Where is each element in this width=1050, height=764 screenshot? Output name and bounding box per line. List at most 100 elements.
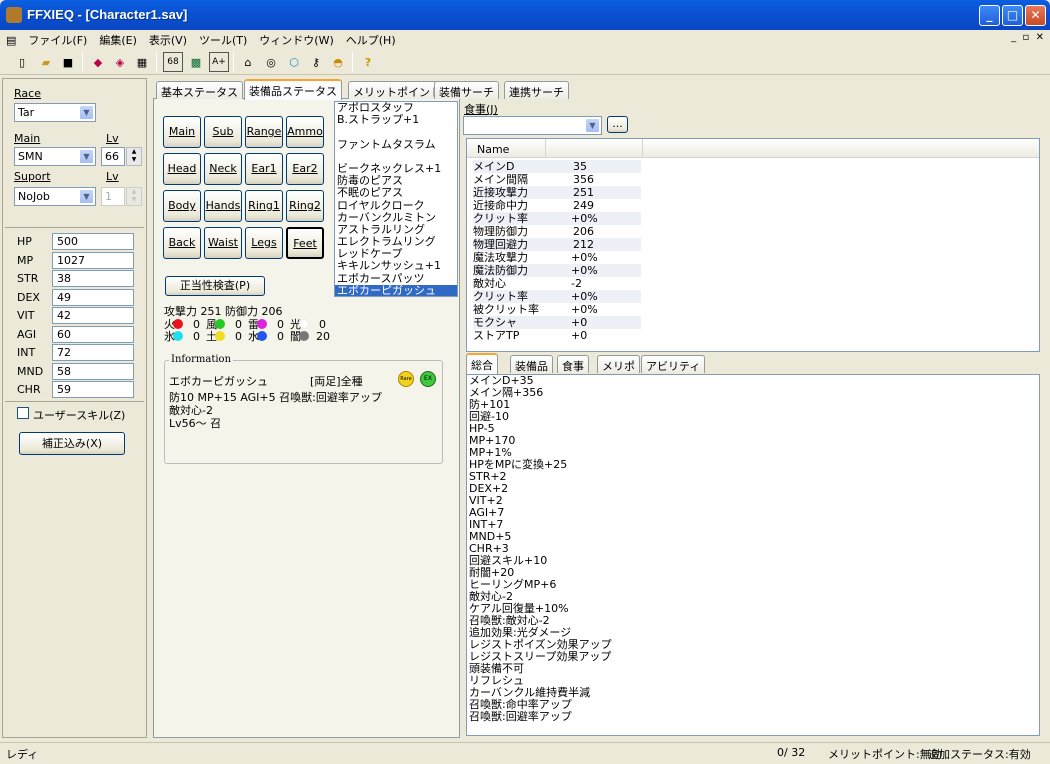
menu-tools[interactable]: ツール(T): [193, 30, 253, 49]
stat-value-dex[interactable]: 49: [52, 288, 134, 306]
mdi-minimize-icon[interactable]: _: [1011, 32, 1016, 43]
summary-line: MP+170: [469, 434, 516, 447]
gem-icon[interactable]: ⬡: [284, 52, 304, 72]
app-icon[interactable]: [6, 7, 22, 23]
food-select[interactable]: ▼: [463, 116, 602, 135]
slot-back-button[interactable]: Back: [163, 227, 201, 259]
chevron-down-icon[interactable]: ▼: [79, 105, 94, 120]
stat-value: -2: [571, 277, 582, 290]
list-item[interactable]: ファントムタスラム: [335, 138, 457, 151]
stat-name: 魔法防御力: [473, 264, 528, 277]
slot-ring1-button[interactable]: Ring1: [245, 190, 283, 222]
list-item[interactable]: 不眠のピアス: [335, 187, 457, 199]
name-column-header[interactable]: Name: [477, 143, 509, 156]
maximize-button[interactable]: □: [1002, 5, 1023, 26]
chevron-down-icon[interactable]: ▼: [79, 189, 94, 204]
information-group: Information エボカーピガッシュ [両足]全種 Rare EX 防10…: [164, 354, 443, 464]
slot-ear1-button[interactable]: Ear1: [245, 153, 283, 185]
slot-ring2-button[interactable]: Ring2: [286, 190, 324, 222]
summary-text[interactable]: メインD+35 メイン隔+356 防+101 回避-10 HP-5 MP+170 MP+1%…: [466, 374, 1040, 736]
new-file-icon[interactable]: ▯: [12, 52, 32, 72]
slot-neck-button[interactable]: Neck: [204, 153, 242, 185]
slot-head-button[interactable]: Head: [163, 153, 201, 185]
support-job-select[interactable]: NoJob ▼: [14, 187, 96, 206]
mdi-restore-icon[interactable]: ▫: [1022, 32, 1029, 43]
food-icon[interactable]: ◓: [328, 52, 348, 72]
stat-value-mnd[interactable]: 58: [52, 362, 134, 380]
slot-body-button[interactable]: Body: [163, 190, 201, 222]
equip-alt-icon[interactable]: ◈: [110, 52, 130, 72]
grid-icon[interactable]: ▩: [186, 52, 206, 72]
equipment-list[interactable]: アポロスタッフ B.ストラップ+1 ファントムタスラム ビークネックレス+1 防毒のピア…: [334, 101, 458, 297]
stat-value-hp[interactable]: 500: [52, 233, 134, 250]
list-item[interactable]: [335, 126, 457, 138]
menu-file[interactable]: ファイル(F): [22, 30, 93, 49]
help-icon[interactable]: ?: [358, 52, 378, 72]
list-item[interactable]: B.ストラップ+1: [335, 114, 457, 126]
lv68-button[interactable]: 68: [163, 52, 183, 72]
save-icon[interactable]: ■: [58, 52, 78, 72]
main-label: Main: [14, 132, 41, 145]
slot-hands-button[interactable]: Hands: [204, 190, 242, 222]
stat-value-chr[interactable]: 59: [52, 381, 134, 398]
list-item[interactable]: エボカーピガッシュ: [335, 284, 457, 296]
character-panel: Race Tar ▼ Main Lv SMN ▼ 66 ▲ ▼ Suport Lv N…: [2, 78, 147, 738]
btab-3[interactable]: メリポ: [597, 355, 640, 373]
element-dot-icon: [215, 331, 225, 341]
house-icon[interactable]: ⌂: [238, 52, 258, 72]
equip-icon[interactable]: ◆: [88, 52, 108, 72]
mdi-close-icon[interactable]: ✕: [1036, 32, 1044, 43]
user-skill-checkbox[interactable]: [17, 407, 29, 419]
list-item[interactable]: エボカースパッツ: [335, 272, 457, 285]
ah-button[interactable]: A+: [209, 52, 229, 72]
list-icon[interactable]: ▦: [132, 52, 152, 72]
stat-value-agi[interactable]: 60: [52, 325, 134, 343]
tab-0[interactable]: 基本ステータス: [156, 81, 243, 99]
validate-button[interactable]: 正当性検査(P): [165, 276, 265, 296]
close-button[interactable]: ✕: [1025, 5, 1046, 26]
slot-ammo-button[interactable]: Ammo: [286, 116, 324, 148]
slot-main-button[interactable]: Main: [163, 116, 201, 148]
tab-3[interactable]: 装備サーチ: [434, 81, 499, 99]
level-spinner[interactable]: ▲ ▼: [126, 147, 142, 166]
key-icon[interactable]: ⚷: [306, 52, 326, 72]
main-job-select[interactable]: SMN ▼: [14, 147, 96, 166]
race-select[interactable]: Tar ▼: [14, 103, 96, 122]
btab-2[interactable]: 食事: [557, 355, 589, 373]
slot-ear2-button[interactable]: Ear2: [286, 153, 324, 185]
btab-4[interactable]: アビリティ: [641, 355, 706, 373]
main-level-input[interactable]: 66: [101, 147, 125, 166]
slot-legs-button[interactable]: Legs: [245, 227, 283, 259]
chevron-down-icon[interactable]: ▼: [585, 118, 600, 133]
list-item[interactable]: キキルンサッシュ+1: [335, 260, 457, 272]
food-more-button[interactable]: ...: [607, 116, 628, 133]
menu-window[interactable]: ウィンドウ(W): [253, 30, 339, 49]
btab-1[interactable]: 装備品: [510, 355, 553, 373]
menu-help[interactable]: ヘルプ(H): [340, 30, 402, 49]
btab-0[interactable]: 総合: [466, 353, 498, 374]
stat-row: メイン間隔 356: [473, 173, 641, 186]
slot-sub-button[interactable]: Sub: [204, 116, 242, 148]
menu-view[interactable]: 表示(V): [143, 30, 193, 49]
open-folder-icon[interactable]: ▰: [36, 52, 56, 72]
stat-list[interactable]: Name メインD 35 メイン間隔 356 近接攻撃力 251 近接命中力 249 クリット率…: [466, 138, 1040, 352]
menu-edit[interactable]: 編集(E): [93, 30, 143, 49]
corrected-button[interactable]: 補正込み(X): [19, 432, 125, 455]
stat-value-vit[interactable]: 42: [52, 307, 134, 324]
chevron-down-icon[interactable]: ▼: [79, 149, 94, 164]
user-skill-label[interactable]: ユーザースキル(Z): [33, 407, 125, 423]
stat-value-mp[interactable]: 1027: [52, 251, 134, 269]
list-item[interactable]: ロイヤルクローク: [335, 199, 457, 212]
stat-value-int[interactable]: 72: [52, 344, 134, 361]
summary-line: MND+5: [469, 530, 512, 543]
tab-1[interactable]: 装備品ステータス: [244, 79, 342, 100]
slot-range-button[interactable]: Range: [245, 116, 283, 148]
stat-value-str[interactable]: 38: [52, 270, 134, 287]
tab-4[interactable]: 連携サーチ: [504, 81, 569, 99]
slot-feet-button[interactable]: Feet: [286, 227, 324, 259]
tab-2[interactable]: メリットポイント: [348, 81, 446, 99]
slot-waist-button[interactable]: Waist: [204, 227, 242, 259]
minimize-button[interactable]: _: [979, 5, 1000, 26]
menu-bar: ▤ ファイル(F) 編集(E) 表示(V) ツール(T) ウィンドウ(W) ヘルプ(H): [0, 30, 1050, 49]
globe-icon[interactable]: ◎: [261, 52, 281, 72]
